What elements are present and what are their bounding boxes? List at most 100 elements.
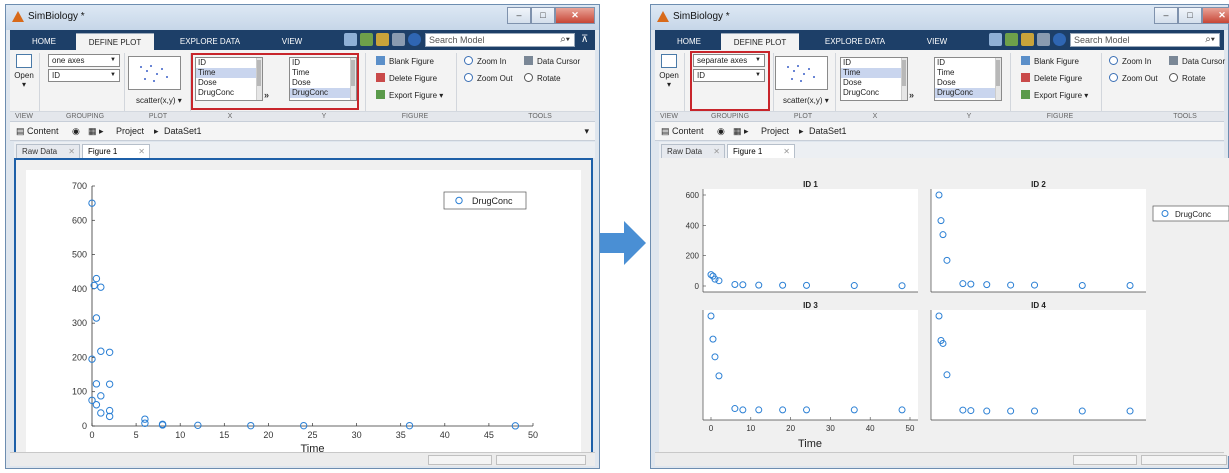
help-icon[interactable] [408,33,421,46]
copy-icon[interactable] [1037,33,1050,46]
collapse-ribbon-icon[interactable]: ⊼ [581,33,594,46]
tab-figure-1[interactable]: Figure 1 ✕ [82,144,150,158]
maximize-button[interactable]: □ [1178,7,1202,24]
x-list-scrollbar[interactable] [901,58,907,100]
tab-figure-1[interactable]: Figure 1 ✕ [727,144,795,158]
minimize-button[interactable]: – [507,7,531,24]
grouping-select[interactable]: ID ▼ [48,69,120,82]
save-icon[interactable] [344,33,357,46]
open-icon [16,54,32,68]
history-icon[interactable]: ◉ [717,126,725,137]
close-tab-icon[interactable]: ✕ [783,145,790,158]
group-label: VIEW [15,113,33,120]
close-tab-icon[interactable]: ✕ [138,145,145,158]
close-tab-icon[interactable]: ✕ [713,145,720,158]
breadcrumb-dataset[interactable]: DataSet1 [164,126,202,136]
zoom-in-button[interactable]: Zoom In [464,56,506,68]
breadcrumb-project[interactable]: Project [116,126,144,136]
y-list-item-selected[interactable]: DrugConc [935,88,1001,98]
save-icon[interactable] [989,33,1002,46]
close-button[interactable]: ✕ [1202,7,1229,24]
data-cursor-icon [1169,56,1178,65]
expand-chevron-icon[interactable]: » [909,90,914,100]
rotate-button[interactable]: Rotate [524,73,561,85]
export-figure-button[interactable]: Export Figure ▾ [376,90,443,102]
search-input[interactable]: Search Model ⌕▾ [425,33,575,47]
tab-home[interactable]: HOME [669,33,709,50]
title-bar: SimBiology * – □ ✕ [651,5,1229,30]
grid-icon[interactable]: ▦ ▸ [733,126,749,137]
zoom-out-button[interactable]: Zoom Out [1109,73,1158,85]
legend-label: DrugConc [1175,210,1211,219]
tab-view[interactable]: VIEW [917,33,957,50]
x-variable-list[interactable]: ID Time Dose DrugConc [840,57,908,101]
redo-icon[interactable] [1005,33,1018,46]
group-label: PLOT [793,113,813,120]
y-variable-list[interactable]: ID Time Dose DrugConc [934,57,1002,101]
zoom-in-button[interactable]: Zoom In [1109,56,1151,68]
breadcrumb-project[interactable]: Project [761,126,789,136]
y-list-item[interactable]: ID [935,58,1001,68]
y-list-scrollbar[interactable] [995,58,1001,100]
x-list-item-selected[interactable]: Time [841,68,907,78]
scatter-chart[interactable]: 0 5 10 15 20 25 30 35 40 45 5001002003004005006007… [16,160,591,454]
tab-explore-data[interactable]: EXPLORE DATA [815,33,895,50]
y-tick-label: 700 [72,181,87,191]
breadcrumb-dropdown-icon[interactable]: ▾ [584,126,589,137]
export-figure-button[interactable]: Export Figure ▾ [1021,90,1088,102]
y-tick-label: 300 [72,318,87,328]
plot-preview-icon[interactable] [775,56,828,90]
close-tab-icon[interactable]: ✕ [68,145,75,158]
minimize-button[interactable]: – [1154,7,1178,24]
x-list-item[interactable]: DrugConc [841,88,907,98]
blank-figure-button[interactable]: Blank Figure [1021,56,1079,68]
tab-define-plot[interactable]: DEFINE PLOT [76,33,154,50]
tab-view[interactable]: VIEW [272,33,312,50]
panel-title: ID 2 [1031,180,1046,189]
data-cursor-button[interactable]: Data Cursor [524,56,580,68]
search-icon: ⌕▾ [1205,34,1215,45]
plot-preview-icon[interactable] [128,56,181,90]
tab-define-plot[interactable]: DEFINE PLOT [721,33,799,50]
copy-icon[interactable] [392,33,405,46]
x-list-item[interactable]: ID [841,58,907,68]
y-list-item[interactable]: Dose [935,78,1001,88]
plot-type-label[interactable]: scatter(x,y) ▾ [783,96,829,105]
delete-figure-button[interactable]: Delete Figure [376,73,437,85]
axes-select[interactable]: one axes ▼ [48,54,120,67]
figure-area: ID 1 0 200 400 600 ID 2 ID 3 0 10 20 30 40 50 ID 4 Tim… [659,158,1229,456]
grid-icon[interactable]: ▦ ▸ [88,126,104,137]
data-cursor-button[interactable]: Data Cursor [1169,56,1225,68]
cut-icon[interactable] [1021,33,1034,46]
blank-figure-button[interactable]: Blank Figure [376,56,434,68]
plot-type-label[interactable]: scatter(x,y) ▾ [136,96,182,105]
delete-figure-icon [376,73,385,82]
tab-raw-data[interactable]: Raw Data ✕ [16,144,80,158]
open-button[interactable]: Open ▾ [13,54,35,89]
content-button[interactable]: ▤ Content [16,126,59,137]
open-button[interactable]: Open ▾ [658,54,680,89]
help-icon[interactable] [1053,33,1066,46]
scatter-chart-panels[interactable]: ID 1 0 200 400 600 ID 2 ID 3 0 10 20 30 40 50 ID 4 Tim… [659,158,1229,454]
zoom-out-button[interactable]: Zoom Out [464,73,513,85]
close-button[interactable]: ✕ [555,7,595,24]
x-list-item[interactable]: Dose [841,78,907,88]
redo-icon[interactable] [360,33,373,46]
delete-figure-button[interactable]: Delete Figure [1021,73,1082,85]
history-icon[interactable]: ◉ [72,126,80,137]
y-tick-label: 400 [686,221,700,230]
maximize-button[interactable]: □ [531,7,555,24]
panel-background [931,189,1146,292]
y-list-item[interactable]: Time [935,68,1001,78]
cut-icon[interactable] [376,33,389,46]
rotate-button[interactable]: Rotate [1169,73,1206,85]
search-input[interactable]: Search Model ⌕▾ [1070,33,1220,47]
status-cell [496,455,586,465]
group-label: Y [321,113,327,120]
tab-raw-data[interactable]: Raw Data ✕ [661,144,725,158]
x-tick-label: 30 [352,430,362,440]
breadcrumb-dataset[interactable]: DataSet1 [809,126,847,136]
content-button[interactable]: ▤ Content [661,126,704,137]
tab-explore-data[interactable]: EXPLORE DATA [170,33,250,50]
tab-home[interactable]: HOME [24,33,64,50]
